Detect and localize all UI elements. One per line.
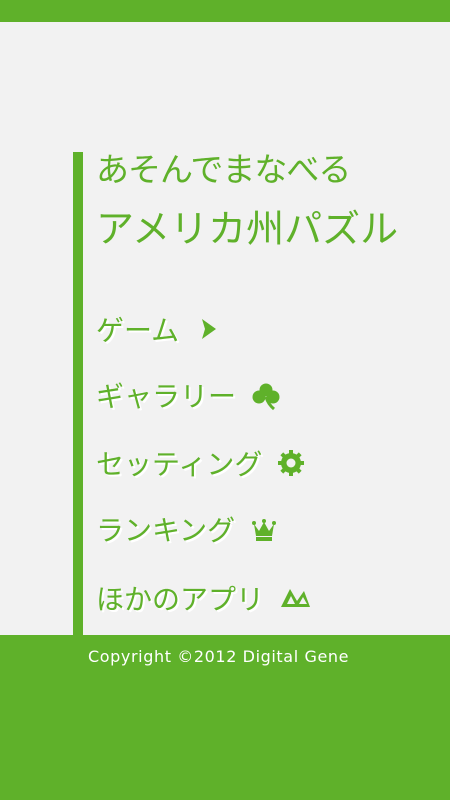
copyright-text: Copyright ©2012 Digital Gene	[88, 647, 350, 666]
accent-line	[73, 152, 83, 635]
arrow-right-icon	[193, 314, 223, 344]
menu-item-label: ほかのアプリ	[96, 583, 265, 616]
top-bar	[0, 0, 450, 22]
menu-item-other-apps[interactable]: ほかのアプリ	[96, 576, 312, 620]
apps-icon	[278, 583, 312, 613]
gear-icon	[276, 448, 306, 478]
menu-item-gallery[interactable]: ギャラリー	[96, 373, 280, 417]
clover-icon	[250, 380, 280, 411]
menu-item-label: セッティング	[96, 448, 263, 481]
menu-item-settings[interactable]: セッティング	[96, 441, 306, 485]
crown-icon	[249, 514, 279, 544]
menu-item-label: ギャラリー	[96, 380, 237, 413]
app-title: アメリカ州パズル	[96, 207, 399, 251]
menu-item-game[interactable]: ゲーム	[96, 307, 223, 351]
menu-item-ranking[interactable]: ランキング	[96, 507, 279, 551]
menu-item-label: ゲーム	[96, 314, 180, 347]
app-subtitle: あそんでまなべる	[96, 150, 351, 189]
footer: Copyright ©2012 Digital Gene	[0, 635, 450, 800]
menu-item-label: ランキング	[96, 514, 236, 547]
